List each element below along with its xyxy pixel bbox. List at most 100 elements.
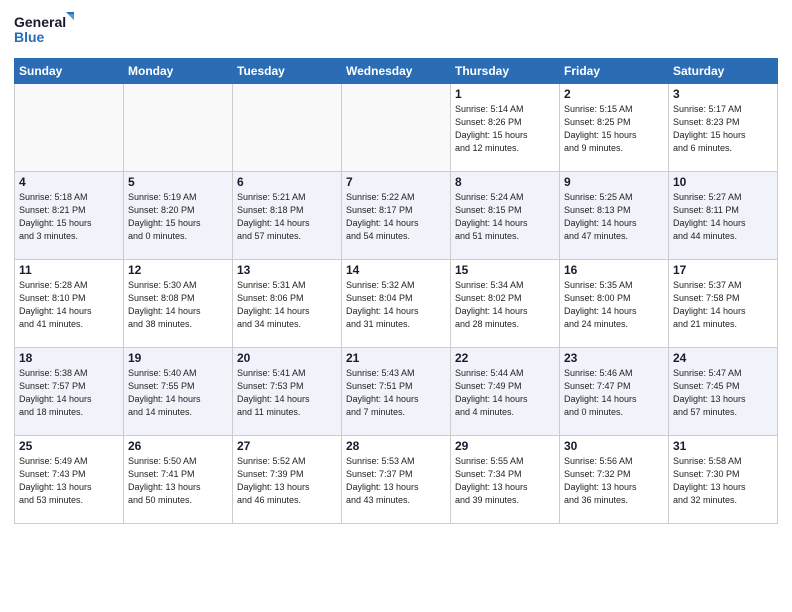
- day-info: Sunrise: 5:52 AM Sunset: 7:39 PM Dayligh…: [237, 455, 337, 507]
- logo: General Blue: [14, 10, 74, 50]
- day-info: Sunrise: 5:25 AM Sunset: 8:13 PM Dayligh…: [564, 191, 664, 243]
- day-number: 18: [19, 351, 119, 365]
- day-number: 2: [564, 87, 664, 101]
- day-info: Sunrise: 5:28 AM Sunset: 8:10 PM Dayligh…: [19, 279, 119, 331]
- svg-text:Blue: Blue: [14, 29, 45, 45]
- day-number: 21: [346, 351, 446, 365]
- day-number: 23: [564, 351, 664, 365]
- calendar-cell: 7 Sunrise: 5:22 AM Sunset: 8:17 PM Daylig…: [342, 172, 451, 260]
- day-number: 12: [128, 263, 228, 277]
- day-number: 30: [564, 439, 664, 453]
- day-info: Sunrise: 5:49 AM Sunset: 7:43 PM Dayligh…: [19, 455, 119, 507]
- day-number: 22: [455, 351, 555, 365]
- day-info: Sunrise: 5:35 AM Sunset: 8:00 PM Dayligh…: [564, 279, 664, 331]
- calendar-cell: 8 Sunrise: 5:24 AM Sunset: 8:15 PM Daylig…: [451, 172, 560, 260]
- calendar-cell: 2 Sunrise: 5:15 AM Sunset: 8:25 PM Daylig…: [560, 84, 669, 172]
- day-number: 20: [237, 351, 337, 365]
- day-number: 17: [673, 263, 773, 277]
- day-number: 29: [455, 439, 555, 453]
- calendar-cell: 1 Sunrise: 5:14 AM Sunset: 8:26 PM Daylig…: [451, 84, 560, 172]
- calendar-cell: 15Sunrise: 5:34 AM Sunset: 8:02 PM Dayli…: [451, 260, 560, 348]
- calendar-week-row: 25 Sunrise: 5:49 AM Sunset: 7:43 PM Dayli…: [15, 436, 778, 524]
- day-number: 24: [673, 351, 773, 365]
- day-number: 9: [564, 175, 664, 189]
- calendar-cell: 9 Sunrise: 5:25 AM Sunset: 8:13 PM Daylig…: [560, 172, 669, 260]
- calendar-week-row: 11 Sunrise: 5:28 AM Sunset: 8:10 PM Dayli…: [15, 260, 778, 348]
- day-number: 26: [128, 439, 228, 453]
- day-number: 4: [19, 175, 119, 189]
- calendar-cell: 12 Sunrise: 5:30 AM Sunset: 8:08 PM Dayli…: [124, 260, 233, 348]
- calendar-week-row: 1 Sunrise: 5:14 AM Sunset: 8:26 PM Daylig…: [15, 84, 778, 172]
- calendar-cell: [342, 84, 451, 172]
- calendar-cell: 31Sunrise: 5:58 AM Sunset: 7:30 PM Dayli…: [669, 436, 778, 524]
- calendar-cell: [233, 84, 342, 172]
- calendar-cell: 10Sunrise: 5:27 AM Sunset: 8:11 PM Dayli…: [669, 172, 778, 260]
- calendar-cell: 25 Sunrise: 5:49 AM Sunset: 7:43 PM Dayli…: [15, 436, 124, 524]
- day-info: Sunrise: 5:30 AM Sunset: 8:08 PM Dayligh…: [128, 279, 228, 331]
- calendar-cell: 30 Sunrise: 5:56 AM Sunset: 7:32 PM Dayli…: [560, 436, 669, 524]
- day-info: Sunrise: 5:56 AM Sunset: 7:32 PM Dayligh…: [564, 455, 664, 507]
- day-info: Sunrise: 5:34 AM Sunset: 8:02 PM Dayligh…: [455, 279, 555, 331]
- day-info: Sunrise: 5:21 AM Sunset: 8:18 PM Dayligh…: [237, 191, 337, 243]
- day-number: 5: [128, 175, 228, 189]
- calendar-cell: 17 Sunrise: 5:37 AM Sunset: 7:58 PM Dayli…: [669, 260, 778, 348]
- day-info: Sunrise: 5:14 AM Sunset: 8:26 PM Dayligh…: [455, 103, 555, 155]
- day-number: 27: [237, 439, 337, 453]
- calendar-cell: 14Sunrise: 5:32 AM Sunset: 8:04 PM Dayli…: [342, 260, 451, 348]
- day-number: 1: [455, 87, 555, 101]
- day-info: Sunrise: 5:43 AM Sunset: 7:51 PM Dayligh…: [346, 367, 446, 419]
- calendar-cell: 3 Sunrise: 5:17 AM Sunset: 8:23 PM Daylig…: [669, 84, 778, 172]
- day-number: 13: [237, 263, 337, 277]
- calendar-cell: 22 Sunrise: 5:44 AM Sunset: 7:49 PM Dayli…: [451, 348, 560, 436]
- calendar-cell: 27 Sunrise: 5:52 AM Sunset: 7:39 PM Dayli…: [233, 436, 342, 524]
- calendar-table: Sunday Monday Tuesday Wednesday Thursday…: [14, 58, 778, 524]
- calendar-week-row: 4 Sunrise: 5:18 AM Sunset: 8:21 PM Daylig…: [15, 172, 778, 260]
- day-info: Sunrise: 5:44 AM Sunset: 7:49 PM Dayligh…: [455, 367, 555, 419]
- day-info: Sunrise: 5:40 AM Sunset: 7:55 PM Dayligh…: [128, 367, 228, 419]
- col-saturday: Saturday: [669, 59, 778, 84]
- day-number: 7: [346, 175, 446, 189]
- calendar-cell: [15, 84, 124, 172]
- day-number: 16: [564, 263, 664, 277]
- day-info: Sunrise: 5:38 AM Sunset: 7:57 PM Dayligh…: [19, 367, 119, 419]
- day-info: Sunrise: 5:17 AM Sunset: 8:23 PM Dayligh…: [673, 103, 773, 155]
- calendar-cell: 6 Sunrise: 5:21 AM Sunset: 8:18 PM Daylig…: [233, 172, 342, 260]
- day-number: 6: [237, 175, 337, 189]
- calendar-cell: 18 Sunrise: 5:38 AM Sunset: 7:57 PM Dayli…: [15, 348, 124, 436]
- svg-text:General: General: [14, 14, 66, 30]
- day-number: 19: [128, 351, 228, 365]
- calendar-cell: 13 Sunrise: 5:31 AM Sunset: 8:06 PM Dayli…: [233, 260, 342, 348]
- calendar-cell: 19 Sunrise: 5:40 AM Sunset: 7:55 PM Dayli…: [124, 348, 233, 436]
- calendar-cell: 24 Sunrise: 5:47 AM Sunset: 7:45 PM Dayli…: [669, 348, 778, 436]
- day-number: 28: [346, 439, 446, 453]
- day-number: 14: [346, 263, 446, 277]
- day-number: 8: [455, 175, 555, 189]
- calendar-cell: 5 Sunrise: 5:19 AM Sunset: 8:20 PM Daylig…: [124, 172, 233, 260]
- col-friday: Friday: [560, 59, 669, 84]
- calendar-cell: 28Sunrise: 5:53 AM Sunset: 7:37 PM Dayli…: [342, 436, 451, 524]
- col-thursday: Thursday: [451, 59, 560, 84]
- day-info: Sunrise: 5:24 AM Sunset: 8:15 PM Dayligh…: [455, 191, 555, 243]
- day-info: Sunrise: 5:15 AM Sunset: 8:25 PM Dayligh…: [564, 103, 664, 155]
- day-number: 11: [19, 263, 119, 277]
- day-info: Sunrise: 5:37 AM Sunset: 7:58 PM Dayligh…: [673, 279, 773, 331]
- day-info: Sunrise: 5:50 AM Sunset: 7:41 PM Dayligh…: [128, 455, 228, 507]
- logo-svg: General Blue: [14, 10, 74, 50]
- day-info: Sunrise: 5:19 AM Sunset: 8:20 PM Dayligh…: [128, 191, 228, 243]
- day-number: 3: [673, 87, 773, 101]
- day-number: 25: [19, 439, 119, 453]
- day-info: Sunrise: 5:31 AM Sunset: 8:06 PM Dayligh…: [237, 279, 337, 331]
- calendar-cell: 16 Sunrise: 5:35 AM Sunset: 8:00 PM Dayli…: [560, 260, 669, 348]
- col-tuesday: Tuesday: [233, 59, 342, 84]
- day-info: Sunrise: 5:22 AM Sunset: 8:17 PM Dayligh…: [346, 191, 446, 243]
- day-info: Sunrise: 5:55 AM Sunset: 7:34 PM Dayligh…: [455, 455, 555, 507]
- day-info: Sunrise: 5:46 AM Sunset: 7:47 PM Dayligh…: [564, 367, 664, 419]
- calendar-week-row: 18 Sunrise: 5:38 AM Sunset: 7:57 PM Dayli…: [15, 348, 778, 436]
- day-number: 31: [673, 439, 773, 453]
- calendar-cell: 21 Sunrise: 5:43 AM Sunset: 7:51 PM Dayli…: [342, 348, 451, 436]
- calendar-cell: 20Sunrise: 5:41 AM Sunset: 7:53 PM Dayli…: [233, 348, 342, 436]
- calendar-header-row: Sunday Monday Tuesday Wednesday Thursday…: [15, 59, 778, 84]
- day-info: Sunrise: 5:47 AM Sunset: 7:45 PM Dayligh…: [673, 367, 773, 419]
- day-info: Sunrise: 5:18 AM Sunset: 8:21 PM Dayligh…: [19, 191, 119, 243]
- col-sunday: Sunday: [15, 59, 124, 84]
